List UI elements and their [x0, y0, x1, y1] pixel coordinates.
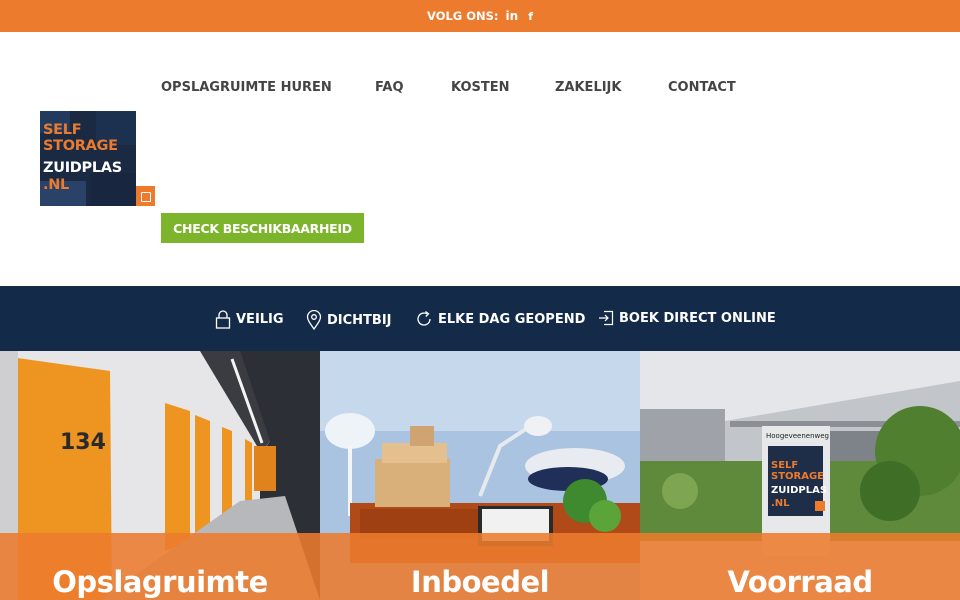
usp-bar: VEILIG DICHTBIJ ELKE DAG GEOPEND BOEK DI…: [0, 286, 960, 351]
follow-us-label: VOLG ONS:: [427, 9, 499, 23]
logo-text-nl: .NL: [43, 177, 69, 193]
check-availability-button[interactable]: CHECK BESCHIKBAARHEID: [161, 213, 364, 243]
nav-item-faq[interactable]: FAQ: [375, 80, 404, 95]
lock-icon: [215, 310, 231, 329]
sign-street: Hoogeveenenweg: [766, 432, 829, 440]
tile-opslagruimte[interactable]: 134 Opslagruimte: [0, 351, 320, 600]
nav-item-contact[interactable]: CONTACT: [668, 80, 736, 95]
tile-title-inboedel: Inboedel: [410, 565, 550, 599]
nav-item-opslagruimte-huren[interactable]: OPSLAGRUIMTE HUREN: [161, 80, 332, 95]
tile-voorraad[interactable]: Hoogeveenenweg SELF STORAGE ZUIDPLAS .NL…: [640, 351, 960, 600]
refresh-icon: [417, 310, 431, 326]
site-logo[interactable]: SELF STORAGE ZUIDPLAS .NL: [40, 111, 136, 206]
social-top-bar: VOLG ONS: in f: [0, 0, 960, 32]
map-pin-icon: [306, 310, 322, 330]
sign-text-zuidplas: ZUIDPLAS: [771, 485, 827, 496]
usp-item-boek-direct-online: BOEK DIRECT ONLINE: [598, 310, 776, 326]
usp-label: DICHTBIJ: [327, 312, 392, 328]
logo-badge-icon: [136, 186, 155, 206]
nav-item-zakelijk[interactable]: ZAKELIJK: [555, 80, 621, 95]
tile-title-voorraad: Voorraad: [727, 565, 873, 599]
sign-text-self: SELF: [771, 460, 798, 471]
tile-title-opslagruimte: Opslagruimte: [52, 565, 268, 599]
login-icon: [599, 310, 614, 326]
unit-number: 134: [60, 430, 106, 455]
usp-item-dichtbij: DICHTBIJ: [306, 310, 392, 330]
usp-item-veilig: VEILIG: [215, 310, 284, 329]
usp-label: BOEK DIRECT ONLINE: [619, 310, 776, 326]
usp-label: ELKE DAG GEOPEND: [438, 311, 586, 327]
sign-text-nl: .NL: [771, 498, 790, 509]
nav-item-kosten[interactable]: KOSTEN: [451, 80, 510, 95]
service-tiles: 134 Opslagruimte Inboedel Hoogeveenenweg…: [0, 351, 960, 600]
usp-label: VEILIG: [236, 312, 284, 327]
facebook-icon[interactable]: f: [528, 10, 533, 23]
linkedin-icon[interactable]: in: [506, 9, 519, 23]
logo-text-storage: STORAGE: [43, 138, 118, 154]
usp-item-elke-dag-geopend: ELKE DAG GEOPEND: [416, 310, 585, 328]
logo-text-zuidplas: ZUIDPLAS: [43, 160, 122, 176]
sign-text-storage: STORAGE: [771, 471, 824, 482]
logo-text-self: SELF: [43, 122, 82, 138]
tile-inboedel[interactable]: Inboedel: [320, 351, 640, 600]
